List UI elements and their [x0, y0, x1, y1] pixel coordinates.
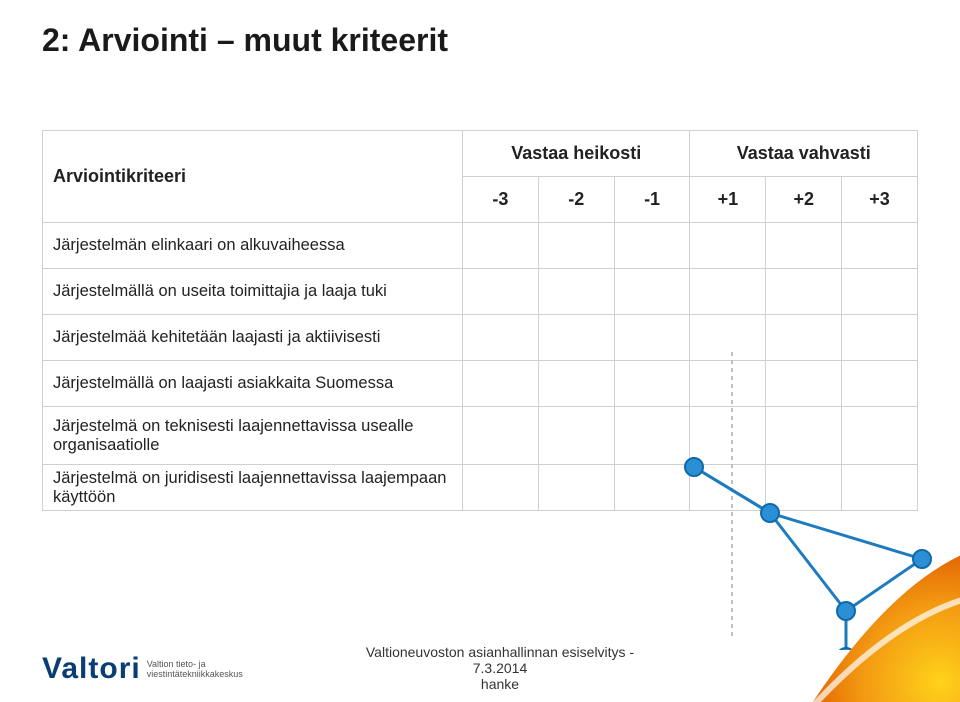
- tick-label: +2: [766, 177, 842, 223]
- header-criteria: Arviointikriteeri: [43, 131, 463, 223]
- row-label: Järjestelmä on teknisesti laajennettavis…: [43, 407, 463, 465]
- tick-label: +1: [690, 177, 766, 223]
- logo-text: Valtori: [42, 652, 141, 686]
- logo: Valtori Valtion tieto- ja viestintätekni…: [42, 652, 243, 686]
- footer: Valtori Valtion tieto- ja viestintätekni…: [0, 640, 960, 702]
- row-label: Järjestelmää kehitetään laajasti ja akti…: [43, 315, 463, 361]
- slide: 2: Arviointi – muut kriteerit Arviointik…: [0, 0, 960, 702]
- header-strong: Vastaa vahvasti: [690, 131, 918, 177]
- decor-swoosh-icon: [780, 522, 960, 702]
- tick-label: -3: [463, 177, 539, 223]
- tick-label: -2: [538, 177, 614, 223]
- row-label: Järjestelmällä on laajasti asiakkaita Su…: [43, 361, 463, 407]
- footer-line: hanke: [481, 676, 519, 692]
- logo-sub-line: Valtion tieto- ja: [147, 659, 206, 669]
- table-row: Järjestelmä on teknisesti laajennettavis…: [43, 407, 918, 465]
- row-label: Järjestelmällä on useita toimittajia ja …: [43, 269, 463, 315]
- table-row: Järjestelmällä on useita toimittajia ja …: [43, 269, 918, 315]
- table-row: Järjestelmää kehitetään laajasti ja akti…: [43, 315, 918, 361]
- logo-subtext: Valtion tieto- ja viestintätekniikkakesk…: [147, 659, 243, 679]
- criteria-table-wrap: Arviointikriteeri Vastaa heikosti Vastaa…: [42, 130, 918, 511]
- logo-sub-line: viestintätekniikkakeskus: [147, 669, 243, 679]
- row-label: Järjestelmä on juridisesti laajennettavi…: [43, 465, 463, 511]
- footer-line: Valtioneuvoston asianhallinnan esiselvit…: [366, 644, 634, 676]
- header-weak: Vastaa heikosti: [463, 131, 690, 177]
- table-row: Järjestelmä on juridisesti laajennettavi…: [43, 465, 918, 511]
- table-row: Järjestelmällä on laajasti asiakkaita Su…: [43, 361, 918, 407]
- footer-text: Valtioneuvoston asianhallinnan esiselvit…: [340, 644, 660, 692]
- row-label: Järjestelmän elinkaari on alkuvaiheessa: [43, 223, 463, 269]
- page-title: 2: Arviointi – muut kriteerit: [42, 22, 448, 59]
- tick-label: +3: [842, 177, 918, 223]
- table-row: Järjestelmän elinkaari on alkuvaiheessa: [43, 223, 918, 269]
- criteria-table: Arviointikriteeri Vastaa heikosti Vastaa…: [42, 130, 918, 511]
- tick-label: -1: [614, 177, 690, 223]
